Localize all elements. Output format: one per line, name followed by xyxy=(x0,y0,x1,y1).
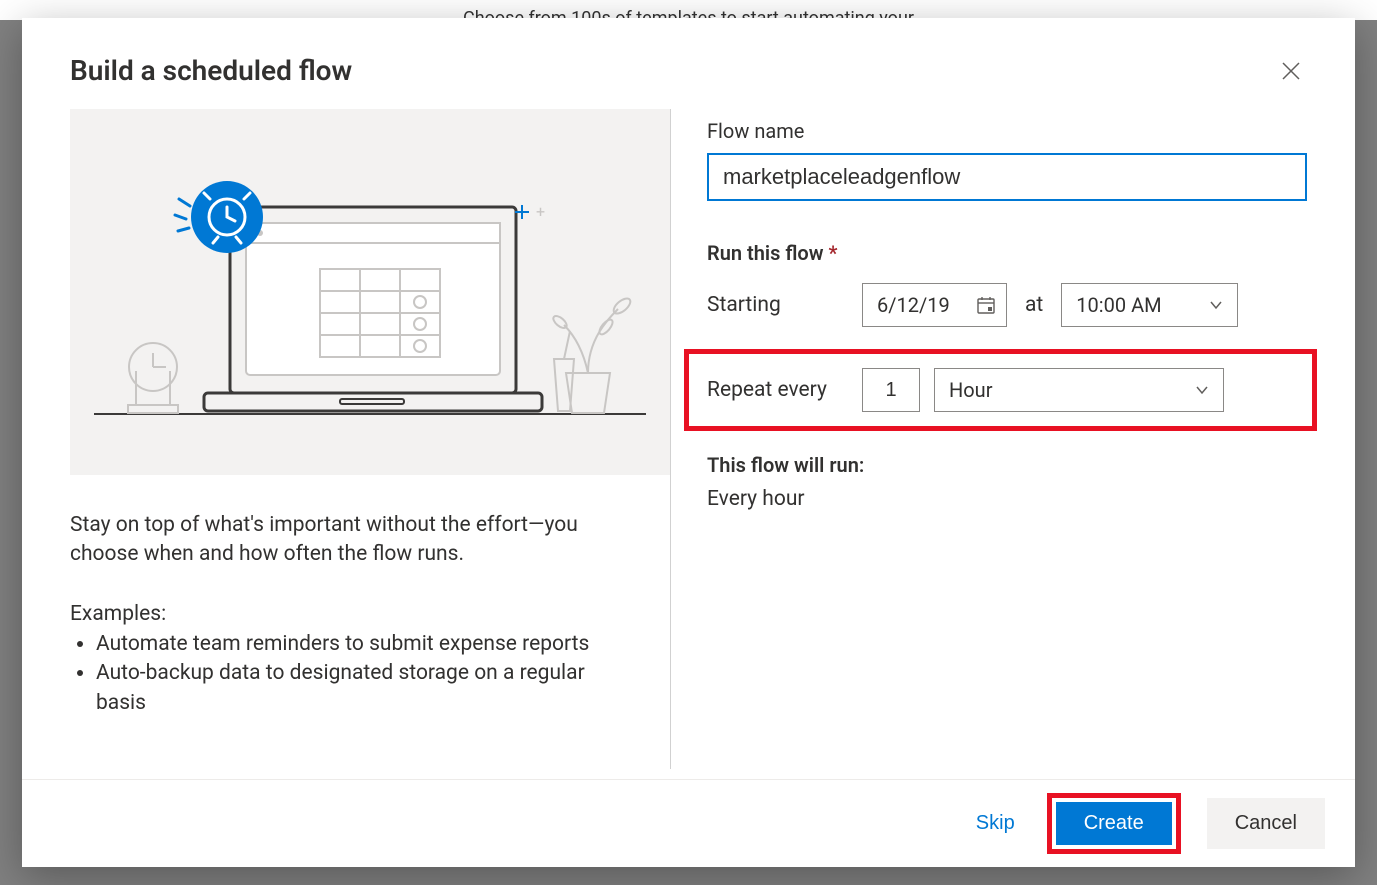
repeat-unit-value: Hour xyxy=(949,378,992,402)
cancel-button[interactable]: Cancel xyxy=(1207,798,1325,849)
close-button[interactable] xyxy=(1275,55,1307,87)
examples-label: Examples: xyxy=(70,602,634,626)
modal-footer: Skip Create Cancel xyxy=(22,779,1355,867)
svg-text:+: + xyxy=(536,202,545,221)
examples-list: Automate team reminders to submit expens… xyxy=(70,630,634,718)
run-label-text: Run this flow xyxy=(707,241,823,265)
background-teaser-text: Choose from 100s of templates to start a… xyxy=(0,0,1377,20)
starting-time-value: 10:00 AM xyxy=(1076,293,1161,317)
summary-label: This flow will run: xyxy=(707,453,1307,477)
left-column: + Stay on top of what's important withou… xyxy=(70,101,670,755)
create-highlight-box: Create xyxy=(1047,793,1181,854)
repeat-every-label: Repeat every xyxy=(707,378,862,402)
flow-name-label: Flow name xyxy=(707,119,1307,143)
scheduled-flow-illustration: + xyxy=(70,109,670,475)
starting-time-dropdown[interactable]: 10:00 AM xyxy=(1061,283,1238,327)
flow-name-input[interactable] xyxy=(707,153,1307,201)
example-item: Automate team reminders to submit expens… xyxy=(96,630,634,659)
chevron-down-icon xyxy=(1195,383,1209,397)
description-text: Stay on top of what's important without … xyxy=(70,511,634,570)
at-label: at xyxy=(1025,293,1043,317)
starting-date-value: 6/12/19 xyxy=(877,293,950,317)
repeat-interval-input[interactable] xyxy=(862,368,920,412)
modal-title: Build a scheduled flow xyxy=(70,54,352,87)
calendar-icon xyxy=(976,295,996,315)
repeat-highlight-box: Repeat every Hour xyxy=(684,349,1317,431)
modal-header: Build a scheduled flow xyxy=(22,18,1355,101)
skip-button[interactable]: Skip xyxy=(958,802,1033,845)
create-button[interactable]: Create xyxy=(1056,802,1172,845)
example-item: Auto-backup data to designated storage o… xyxy=(96,659,634,718)
close-icon xyxy=(1281,61,1301,81)
repeat-row: Repeat every Hour xyxy=(707,368,1294,412)
run-this-flow-label: Run this flow * xyxy=(707,241,1307,265)
required-asterisk: * xyxy=(828,241,837,265)
repeat-unit-dropdown[interactable]: Hour xyxy=(934,368,1224,412)
starting-label: Starting xyxy=(707,293,862,317)
starting-row: Starting 6/12/19 at 10:00 AM xyxy=(707,283,1307,327)
scheduled-flow-modal: Build a scheduled flow xyxy=(22,18,1355,867)
right-column: Flow name Run this flow * Starting 6/12/… xyxy=(671,101,1307,755)
modal-body: + Stay on top of what's important withou… xyxy=(22,101,1355,779)
summary-value: Every hour xyxy=(707,487,1307,511)
chevron-down-icon xyxy=(1209,298,1223,312)
starting-date-picker[interactable]: 6/12/19 xyxy=(862,283,1007,327)
